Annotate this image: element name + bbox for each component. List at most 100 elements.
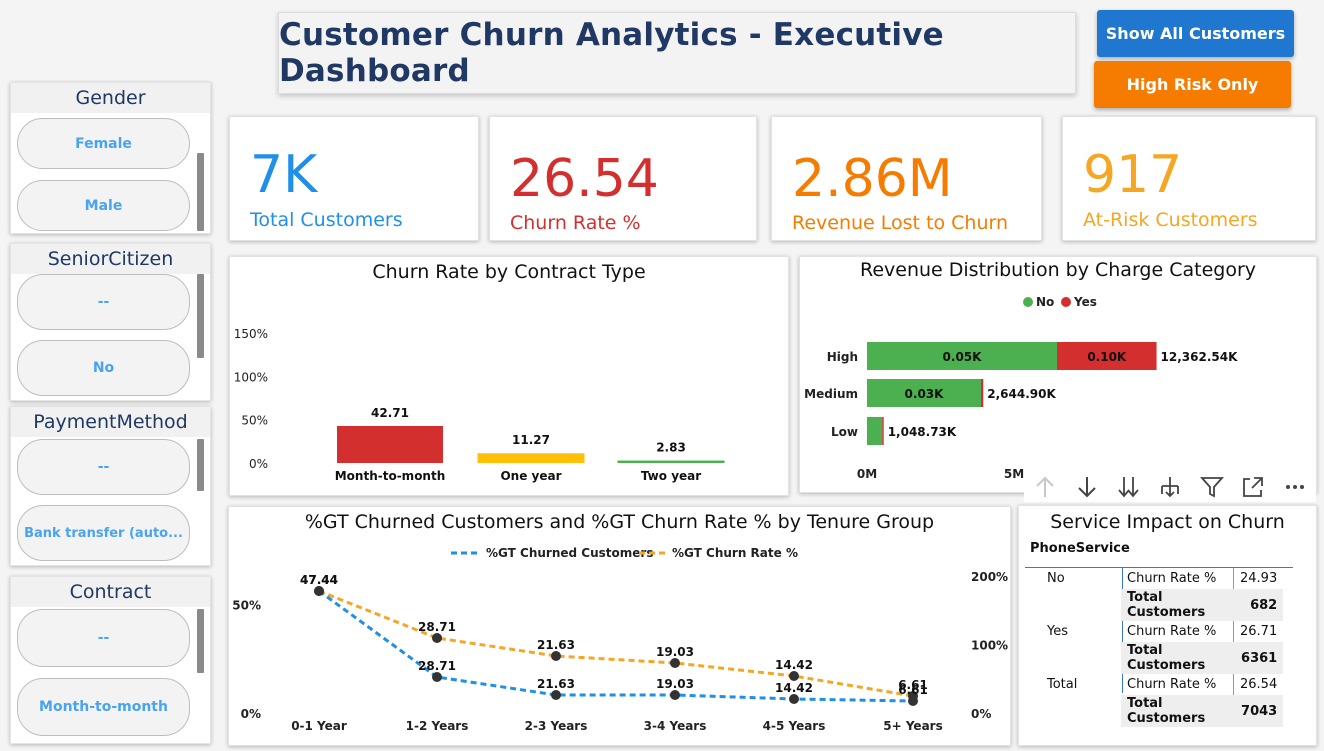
churn-rate-point bbox=[432, 633, 442, 643]
total-label: 2,644.90K bbox=[987, 387, 1056, 401]
measure-value: 6361 bbox=[1233, 642, 1284, 674]
slicer-option-male[interactable]: Male bbox=[17, 180, 190, 231]
show-all-customers-button[interactable]: Show All Customers bbox=[1097, 10, 1294, 57]
kpi-label: Churn Rate % bbox=[510, 212, 641, 234]
kpi-churn-rate: 26.54 Churn Rate % bbox=[489, 116, 757, 241]
x-tick-label: 0-1 Year bbox=[291, 719, 347, 733]
payment-method-slicer: PaymentMethod -- Bank transfer (auto... bbox=[10, 406, 211, 566]
slicer-option-no[interactable]: No bbox=[17, 340, 190, 396]
measure-value: 26.71 bbox=[1233, 621, 1284, 642]
table-row: No Churn Rate % 24.93 bbox=[1027, 568, 1284, 589]
revenue-chart-card: Revenue Distribution by Charge Category … bbox=[799, 256, 1317, 493]
tenure-line-chart: %GT Churned Customers %GT Churn Rate % 0% 5… bbox=[232, 546, 1008, 733]
legend-label: No bbox=[1036, 295, 1054, 309]
y-tick-label: 0% bbox=[971, 707, 991, 721]
measure-label: Churn Rate % bbox=[1127, 677, 1217, 692]
x-tick-label: Month-to-month bbox=[335, 469, 446, 483]
contract-slicer: Contract -- Month-to-month bbox=[10, 576, 211, 744]
churn-rate-data-label: 14.42 bbox=[775, 658, 813, 672]
churned-customers-data-label: 28.71 bbox=[418, 659, 456, 673]
y-tick-label: High bbox=[827, 350, 858, 364]
x-tick-label: One year bbox=[500, 469, 561, 483]
churn-rate-data-label: 28.71 bbox=[418, 620, 456, 634]
slicer-scrollbar[interactable] bbox=[197, 153, 204, 231]
measure-label: Total Customers bbox=[1121, 642, 1234, 674]
churned-customers-data-label: 47.44 bbox=[300, 573, 338, 587]
kpi-value: 7K bbox=[250, 145, 318, 205]
data-label: 42.71 bbox=[371, 406, 409, 420]
kpi-value: 26.54 bbox=[510, 149, 659, 209]
bar bbox=[617, 460, 725, 463]
data-label: 0.03K bbox=[905, 387, 945, 401]
group-label: Yes bbox=[1047, 624, 1068, 639]
contract-bar-chart: 0% 50% 100% 150% 42.71 Month-to-month 11.27 One… bbox=[234, 327, 725, 483]
contract-chart-card: Churn Rate by Contract Type 0% 50% 100% 150… bbox=[229, 256, 789, 496]
churned-customers-line bbox=[318, 589, 914, 703]
group-label: No bbox=[1047, 571, 1065, 586]
measure-value: 26.54 bbox=[1233, 674, 1284, 695]
slicer-option-bank-transfer[interactable]: Bank transfer (auto... bbox=[17, 505, 190, 561]
dashboard-title-box: Customer Churn Analytics - Executive Das… bbox=[278, 12, 1076, 94]
churn-rate-point bbox=[670, 658, 680, 668]
kpi-label: At-Risk Customers bbox=[1083, 209, 1258, 231]
data-label: 11.27 bbox=[512, 433, 550, 447]
slicer-option-all[interactable]: -- bbox=[17, 274, 190, 330]
x-tick-label: 5M bbox=[1004, 467, 1024, 481]
x-tick-label: 0M bbox=[857, 467, 877, 481]
x-tick-label: 3-4 Years bbox=[644, 719, 707, 733]
slicer-option-month-to-month[interactable]: Month-to-month bbox=[17, 678, 190, 736]
page-title: Customer Churn Analytics - Executive Das… bbox=[279, 17, 944, 89]
y-tick-label: Medium bbox=[804, 387, 858, 401]
table-row: Total Customers 682 bbox=[1027, 589, 1284, 621]
service-impact-card: Service Impact on Churn PhoneService No C… bbox=[1018, 505, 1317, 746]
y-tick-label: 100% bbox=[234, 370, 268, 384]
y-tick-label: 200% bbox=[971, 570, 1008, 584]
measure-label: Churn Rate % bbox=[1127, 624, 1217, 639]
slicer-title: SeniorCitizen bbox=[11, 244, 210, 274]
double-arrow-down-icon[interactable] bbox=[1115, 474, 1141, 500]
group-label: Total bbox=[1047, 677, 1078, 692]
kpi-total-customers: 7K Total Customers bbox=[229, 116, 479, 241]
kpi-value: 917 bbox=[1083, 145, 1183, 205]
filter-icon[interactable] bbox=[1199, 474, 1225, 500]
legend-label: Yes bbox=[1073, 295, 1097, 309]
bar bbox=[477, 453, 585, 463]
measure-value: 24.93 bbox=[1233, 568, 1284, 589]
legend-label: %GT Churned Customers bbox=[486, 546, 653, 560]
slicer-scrollbar[interactable] bbox=[197, 609, 204, 673]
y-tick-label: 100% bbox=[971, 639, 1008, 653]
arrow-up-icon[interactable] bbox=[1032, 474, 1058, 500]
legend-marker bbox=[1061, 297, 1071, 307]
arrow-down-icon[interactable] bbox=[1074, 474, 1100, 500]
focus-mode-icon[interactable] bbox=[1240, 474, 1266, 500]
kpi-label: Total Customers bbox=[250, 209, 403, 231]
churn-rate-point bbox=[789, 671, 799, 681]
expand-hierarchy-icon[interactable] bbox=[1157, 474, 1183, 500]
measure-label: Total Customers bbox=[1121, 589, 1234, 621]
x-tick-label: 1-2 Years bbox=[406, 719, 469, 733]
churn-rate-line bbox=[318, 589, 914, 698]
slicer-option-all[interactable]: -- bbox=[17, 609, 190, 667]
total-label: 1,048.73K bbox=[888, 425, 957, 439]
slicer-option-all[interactable]: -- bbox=[17, 439, 190, 495]
measure-label: Total Customers bbox=[1121, 695, 1234, 727]
legend-marker bbox=[1023, 297, 1033, 307]
y-tick-label: 0% bbox=[249, 457, 268, 471]
data-label: 0.05K bbox=[943, 350, 983, 364]
slicer-scrollbar[interactable] bbox=[197, 274, 204, 358]
x-tick-label: 2-3 Years bbox=[525, 719, 588, 733]
bar-segment bbox=[882, 417, 884, 445]
y-tick-label: 150% bbox=[234, 327, 268, 341]
slicer-scrollbar[interactable] bbox=[197, 439, 204, 491]
churned-customers-data-label: 19.03 bbox=[656, 677, 694, 691]
table-row: Total Customers 7043 bbox=[1027, 695, 1284, 727]
more-options-icon[interactable] bbox=[1282, 474, 1308, 500]
legend-label: %GT Churn Rate % bbox=[672, 546, 798, 560]
gender-slicer: Gender Female Male bbox=[10, 82, 211, 234]
measure-label: Churn Rate % bbox=[1127, 571, 1217, 586]
churned-customers-point bbox=[670, 690, 680, 700]
slicer-option-female[interactable]: Female bbox=[17, 118, 190, 169]
visual-toolbar bbox=[1024, 472, 1316, 502]
high-risk-only-button[interactable]: High Risk Only bbox=[1094, 61, 1291, 108]
churned-customers-data-label: 6.61 bbox=[898, 683, 928, 697]
